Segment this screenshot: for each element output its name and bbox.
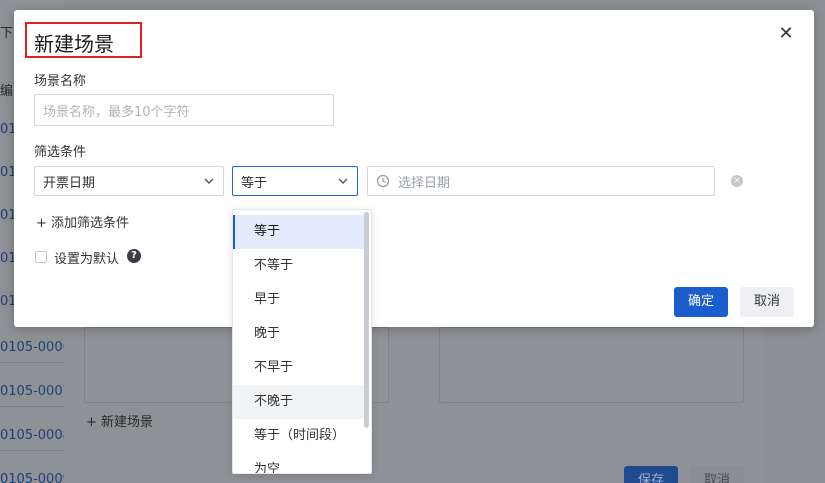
filter-field-select[interactable]: 开票日期 (34, 166, 224, 196)
close-icon[interactable]: ✕ (776, 24, 796, 44)
dropdown-option[interactable]: 为空 (233, 453, 367, 473)
scene-name-placeholder: 场景名称，最多10个字符 (43, 104, 190, 120)
cancel-button[interactable]: 取消 (740, 287, 794, 317)
filter-operator-select[interactable]: 等于 (232, 166, 358, 196)
dropdown-option[interactable]: 等于 (233, 215, 367, 249)
confirm-button[interactable]: 确定 (674, 287, 728, 317)
modal-title: 新建场景 (34, 32, 114, 56)
background-row-code: 0105-0006 (0, 340, 71, 355)
background-row-divider (0, 450, 64, 451)
scene-name-input[interactable]: 场景名称，最多10个字符 (34, 94, 334, 126)
background-header-fragment: 下 (0, 26, 14, 41)
background-save-button: 保存 (624, 466, 678, 483)
dropdown-option[interactable]: 不晚于 (233, 385, 367, 419)
operator-dropdown: 等于 不等于 早于 晚于 不早于 不晚于 等于（时间段） 为空 (232, 209, 372, 474)
dropdown-option[interactable]: 不早于 (233, 351, 367, 385)
background-box (439, 327, 744, 403)
chevron-down-icon (204, 178, 214, 184)
date-picker-input[interactable]: 选择日期 (367, 166, 715, 196)
clock-icon (376, 174, 390, 188)
filter-conditions-label: 筛选条件 (34, 145, 87, 160)
add-filter-button[interactable]: + 添加筛选条件 (36, 212, 129, 231)
background-row-divider (0, 406, 64, 407)
dropdown-option[interactable]: 早于 (233, 283, 367, 317)
dropdown-option[interactable]: 不等于 (233, 249, 367, 283)
new-scene-modal: 新建场景 ✕ 场景名称 场景名称，最多10个字符 筛选条件 开票日期 等于 选择… (14, 10, 814, 327)
help-icon[interactable]: ? (127, 249, 141, 263)
background-row-divider (0, 362, 64, 363)
dropdown-option[interactable]: 晚于 (233, 317, 367, 351)
background-new-scene-link: + 新建场景 (86, 415, 154, 430)
date-placeholder: 选择日期 (398, 175, 451, 191)
set-default-label: 设置为默认 (54, 252, 120, 267)
remove-filter-icon[interactable]: × (731, 175, 743, 187)
filter-field-value: 开票日期 (43, 175, 96, 191)
dropdown-scrollbar[interactable] (364, 212, 369, 428)
background-row-code: 0105-0008 (0, 428, 71, 443)
background-row-code: 0105-0007 (0, 384, 71, 399)
background-cancel-button: 取消 (690, 466, 744, 483)
dropdown-option[interactable]: 等于（时间段） (233, 419, 367, 453)
set-default-checkbox[interactable] (35, 251, 47, 263)
filter-operator-value: 等于 (241, 175, 268, 191)
background-row-code: 0105-0009 (0, 472, 71, 483)
scene-name-label: 场景名称 (34, 74, 87, 89)
chevron-down-icon (338, 178, 348, 184)
